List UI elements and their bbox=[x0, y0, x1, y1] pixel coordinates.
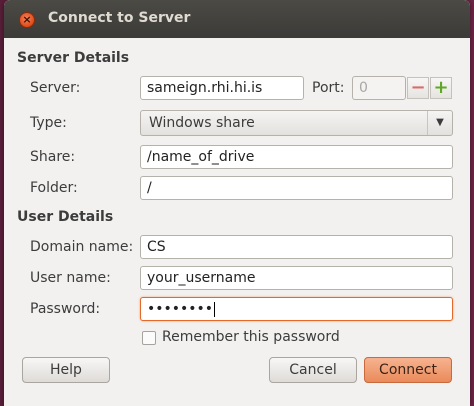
port-label: Port: bbox=[312, 80, 345, 96]
user-name-label: User name: bbox=[30, 270, 111, 286]
text-cursor bbox=[214, 301, 216, 317]
type-dropdown-value: Windows share bbox=[149, 115, 255, 131]
password-dots: •••••••• bbox=[147, 301, 214, 317]
minus-icon[interactable]: − bbox=[407, 77, 429, 99]
cancel-button[interactable]: Cancel bbox=[269, 357, 357, 383]
chevron-down-icon: ▼ bbox=[427, 111, 452, 135]
server-details-heading: Server Details bbox=[17, 50, 130, 66]
port-input[interactable]: 0 bbox=[352, 76, 406, 100]
domain-name-input[interactable]: CS bbox=[140, 235, 453, 259]
server-input[interactable]: sameign.rhi.hi.is bbox=[140, 76, 304, 100]
close-icon[interactable]: × bbox=[19, 12, 35, 28]
domain-name-label: Domain name: bbox=[30, 239, 134, 255]
titlebar: × Connect to Server bbox=[4, 0, 470, 38]
remember-password-label[interactable]: Remember this password bbox=[162, 329, 340, 345]
user-name-input[interactable]: your_username bbox=[140, 266, 453, 290]
plus-icon[interactable]: + bbox=[430, 77, 452, 99]
connect-to-server-dialog: × Connect to Server Server Details Serve… bbox=[4, 0, 470, 406]
remember-password-checkbox[interactable] bbox=[142, 331, 156, 345]
folder-input[interactable]: / bbox=[140, 176, 453, 200]
share-input[interactable]: /name_of_drive bbox=[140, 145, 453, 169]
folder-label: Folder: bbox=[30, 180, 78, 196]
type-label: Type: bbox=[30, 115, 67, 131]
share-label: Share: bbox=[30, 149, 76, 165]
server-label: Server: bbox=[30, 80, 81, 96]
password-label: Password: bbox=[30, 301, 101, 317]
type-dropdown[interactable]: Windows share ▼ bbox=[140, 110, 453, 136]
window-title: Connect to Server bbox=[48, 10, 191, 26]
help-button[interactable]: Help bbox=[22, 357, 110, 383]
user-details-heading: User Details bbox=[17, 209, 114, 225]
connect-button[interactable]: Connect bbox=[364, 357, 452, 383]
password-input[interactable]: •••••••• bbox=[140, 297, 453, 321]
